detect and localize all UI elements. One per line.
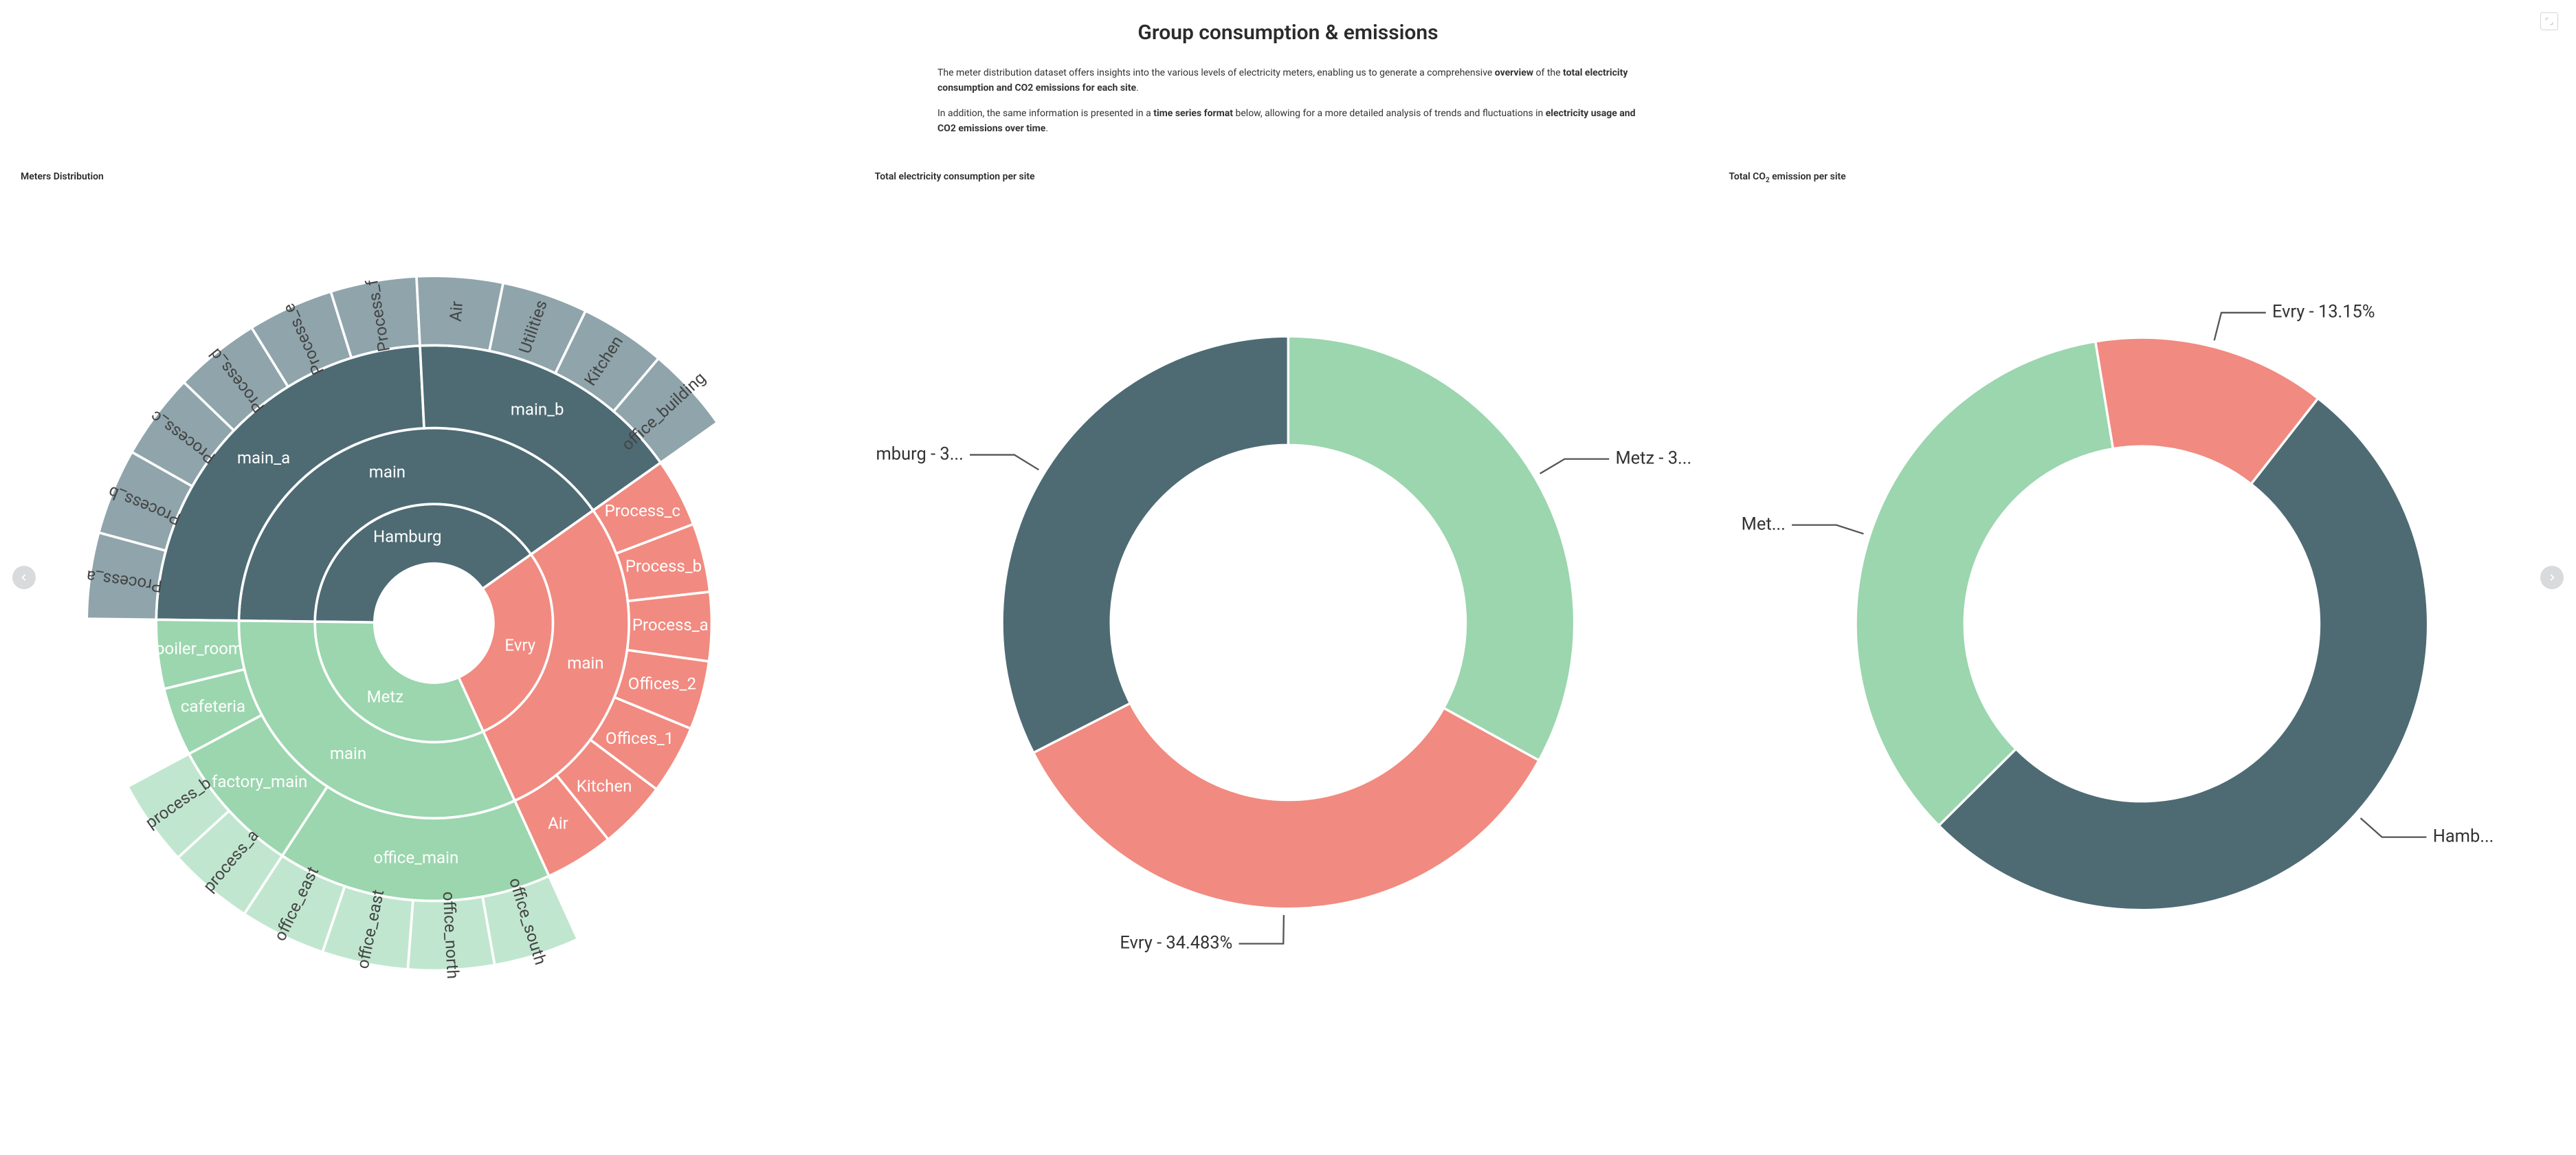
svg-text:Hamburg: Hamburg <box>373 527 442 546</box>
intro-text-span: of the <box>1533 67 1563 78</box>
svg-text:Process_b: Process_b <box>625 556 702 575</box>
sunburst-svg[interactable]: Hamburg main main_a Process_a Process_b Proce… <box>21 193 847 1020</box>
svg-text:Process_c: Process_c <box>605 500 680 520</box>
donut-emission-svg[interactable]: Hamb... Met... Evry - 13.15% <box>1729 195 2555 1022</box>
donut-label: Evry - 13.15% <box>2272 302 2375 322</box>
svg-text:Offices_1: Offices_1 <box>606 729 674 748</box>
chart-emission: Total CO2 emission per site Hamb... Met..… <box>1722 171 2562 1022</box>
svg-text:Air: Air <box>446 300 467 322</box>
donut-label: Evry - 34.483% <box>1120 932 1232 953</box>
donut-label: Metz - 3... <box>1615 448 1691 468</box>
svg-text:Air: Air <box>548 813 568 833</box>
donut-label: Hamb... <box>2433 826 2494 847</box>
intro-text-span: The meter distribution dataset offers in… <box>937 67 1495 78</box>
svg-text:cafeteria: cafeteria <box>181 696 245 716</box>
donut-slice[interactable] <box>1002 336 1288 753</box>
chart-sunburst: Meters Distribution Hamburg main main_a Pro… <box>14 171 854 1022</box>
svg-text:Metz: Metz <box>367 687 404 706</box>
svg-text:Evry: Evry <box>504 635 535 654</box>
svg-text:main_b: main_b <box>511 399 564 419</box>
chart-title-span: emission per site <box>1770 171 1846 182</box>
chart-consumption: Total electricity consumption per site M… <box>868 171 1709 1022</box>
donut-consumption-svg[interactable]: Metz - 3... Evry - 34.483% Hamburg - 3... <box>875 193 1702 1020</box>
intro-text-span: In addition, the same information is pre… <box>937 108 1153 119</box>
donut-label: Met... <box>1742 514 1786 535</box>
expand-button[interactable] <box>2540 12 2558 30</box>
chart-title: Meters Distribution <box>21 171 847 182</box>
chevron-left-icon <box>19 573 29 582</box>
svg-text:main: main <box>567 653 603 672</box>
svg-text:main_a: main_a <box>237 448 290 468</box>
svg-text:main: main <box>369 462 406 481</box>
page-title: Group consumption & emissions <box>0 21 2576 45</box>
chart-title: Total electricity consumption per site <box>875 171 1702 182</box>
svg-text:Kitchen: Kitchen <box>577 776 632 795</box>
intro-text-span: below, allowing for a more detailed anal… <box>1233 108 1546 119</box>
donut-slice[interactable] <box>1033 703 1539 908</box>
prev-button[interactable] <box>12 566 36 589</box>
svg-text:Process_a: Process_a <box>632 615 709 635</box>
donut-label: Hamburg - 3... <box>875 443 964 464</box>
chart-title-span: Total CO <box>1729 171 1766 182</box>
donut-slice[interactable] <box>1856 342 2113 826</box>
svg-text:boiler_room: boiler_room <box>155 639 243 658</box>
svg-text:office_main: office_main <box>374 848 459 867</box>
svg-text:Offices_2: Offices_2 <box>628 674 696 693</box>
svg-text:main: main <box>330 744 366 763</box>
intro-text: The meter distribution dataset offers in… <box>910 65 1666 137</box>
intro-bold: overview <box>1495 67 1533 78</box>
next-button[interactable] <box>2540 566 2564 589</box>
intro-text-span: . <box>1136 82 1139 94</box>
donut-slice[interactable] <box>1288 336 1574 760</box>
intro-text-span: . <box>1045 123 1048 134</box>
chevron-right-icon <box>2547 573 2557 582</box>
intro-bold: time series format <box>1153 108 1233 119</box>
chart-title: Total CO2 emission per site <box>1729 171 2555 184</box>
svg-text:factory_main: factory_main <box>212 772 307 791</box>
expand-icon <box>2544 16 2554 26</box>
